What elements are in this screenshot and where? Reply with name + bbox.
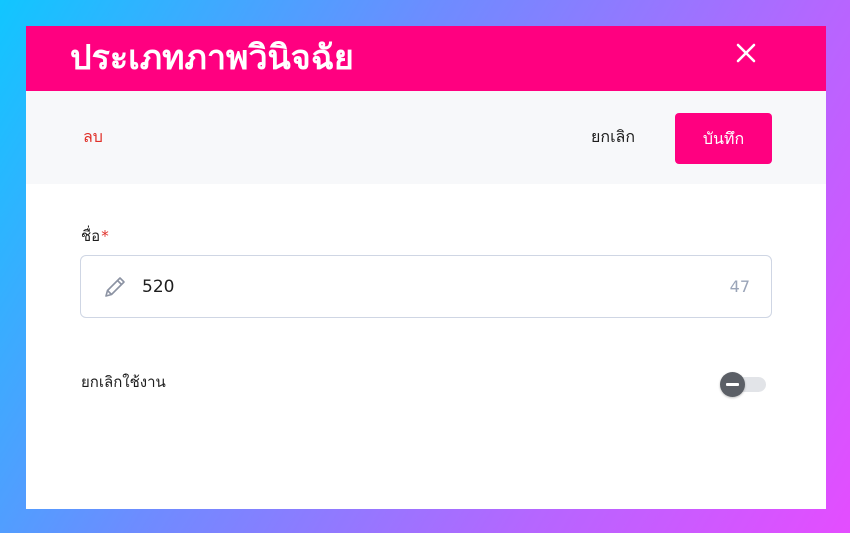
required-mark: * xyxy=(101,227,109,245)
delete-button[interactable]: ลบ xyxy=(83,126,103,148)
disable-toggle-switch[interactable] xyxy=(720,372,768,397)
cancel-button[interactable]: ยกเลิก xyxy=(591,126,635,148)
name-input[interactable]: 520 47 xyxy=(80,255,772,318)
dialog-header: ประเภทภาพวินิจฉัย xyxy=(26,26,826,91)
close-icon[interactable] xyxy=(731,38,761,68)
dialog: ประเภทภาพวินิจฉัย ลบ ยกเลิก บันทึก ชื่อ*… xyxy=(26,26,826,509)
name-label-text: ชื่อ xyxy=(81,227,101,245)
name-input-value[interactable]: 520 xyxy=(142,275,174,299)
minus-icon xyxy=(720,372,745,397)
disable-toggle-label: ยกเลิกใช้งาน xyxy=(81,373,166,391)
action-toolbar: ลบ ยกเลิก บันทึก xyxy=(26,91,826,184)
name-field-label: ชื่อ* xyxy=(81,225,109,247)
dialog-title: ประเภทภาพวินิจฉัย xyxy=(70,38,354,78)
save-button[interactable]: บันทึก xyxy=(675,113,772,164)
remaining-character-count: 47 xyxy=(729,277,750,296)
pencil-icon xyxy=(101,273,129,301)
